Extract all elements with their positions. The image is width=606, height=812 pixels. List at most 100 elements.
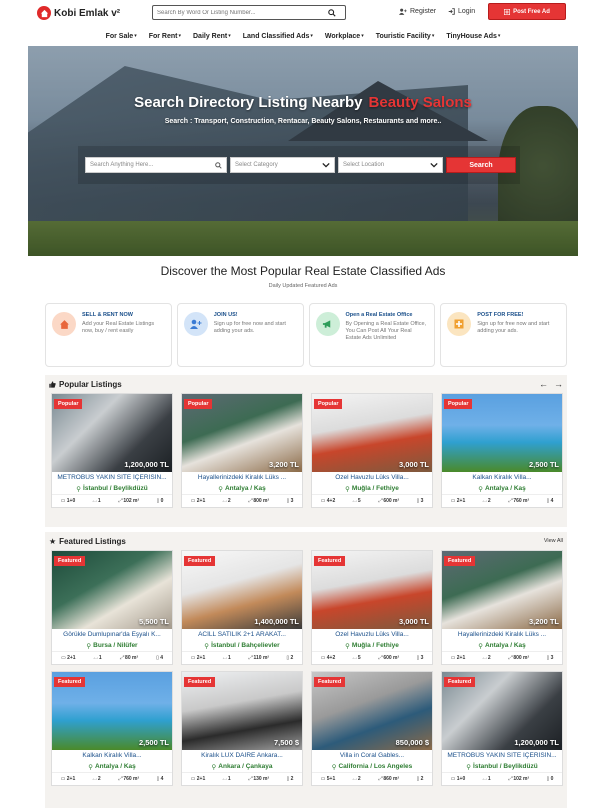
feature-join-us[interactable]: JOIN US! Sign up for free now and start … bbox=[176, 303, 304, 367]
listing-location: ⚲ İstanbul / Bahçelievler bbox=[182, 640, 302, 651]
nav-item-for-rent[interactable]: For Rent ▾ bbox=[149, 28, 181, 44]
user-plus-icon bbox=[183, 312, 208, 336]
listing-stats: ▭ 1+0 ⌴ 1 ⤢ 102 m² ▯ 0 bbox=[442, 772, 562, 785]
stat-area: ⤢ 600 m² bbox=[377, 498, 400, 504]
listing-card[interactable]: Popular 3,200 TL Hayallerinizdeki Kiralı… bbox=[181, 393, 303, 508]
popular-badge: Popular bbox=[184, 399, 213, 409]
category-select[interactable]: Select Category bbox=[230, 157, 335, 173]
listing-title[interactable]: Kiralık LUX DAİRE Ankara... bbox=[182, 752, 302, 761]
listing-card[interactable]: Featured 2,500 TL Kalkan Kiralık Villa..… bbox=[51, 671, 173, 786]
listing-price: 7,500 $ bbox=[273, 738, 299, 747]
header-search-input[interactable] bbox=[153, 9, 328, 16]
listing-title[interactable]: Kalkan Kiralık Villa... bbox=[52, 752, 172, 761]
nav-item-tinyhouse[interactable]: TinyHouse Ads ▾ bbox=[446, 28, 500, 44]
listing-image[interactable]: Featured 850,000 $ bbox=[312, 672, 432, 750]
search-icon bbox=[215, 161, 222, 169]
listing-image[interactable]: Featured 2,500 TL bbox=[52, 672, 172, 750]
nav-item-workplace[interactable]: Workplace ▾ bbox=[325, 28, 364, 44]
stat-area: ⤢ 130 m² bbox=[247, 776, 270, 782]
arrow-right-icon[interactable]: → bbox=[554, 379, 563, 389]
listing-card[interactable]: Featured 7,500 $ Kiralık LUX DAİRE Ankar… bbox=[181, 671, 303, 786]
listing-image[interactable]: Featured 7,500 $ bbox=[182, 672, 302, 750]
login-label: Login bbox=[458, 8, 476, 15]
listing-card[interactable]: Featured 3,200 TL Hayallerinizdeki Kiral… bbox=[441, 550, 563, 665]
listing-title[interactable]: ACİLL SATILIK 2+1 ARAKAT... bbox=[182, 631, 302, 640]
chevron-down-icon bbox=[322, 162, 330, 168]
listing-image[interactable]: Popular 3,000 TL bbox=[312, 394, 432, 472]
view-all-link[interactable]: View All bbox=[544, 538, 563, 544]
listing-image[interactable]: Popular 3,200 TL bbox=[182, 394, 302, 472]
listing-title[interactable]: Villa in Coral Gables... bbox=[312, 752, 432, 761]
hero-search-field[interactable]: Search Anything Here... bbox=[85, 157, 227, 173]
nav-item-land[interactable]: Land Classified Ads ▾ bbox=[243, 28, 313, 44]
listing-image[interactable]: Featured 1,200,000 TL bbox=[442, 672, 562, 750]
listing-title[interactable]: Kalkan Kiralık Villa... bbox=[442, 474, 562, 483]
feature-post-free[interactable]: POST FOR FREE! Sign up for free now and … bbox=[440, 303, 567, 367]
listing-card[interactable]: Popular 1,200,000 TL METROBÜS YAKIN SİTE… bbox=[51, 393, 173, 508]
login-link[interactable]: Login bbox=[448, 8, 475, 15]
map-marker-icon: ⚲ bbox=[478, 485, 483, 493]
listing-card[interactable]: Popular 2,500 TL Kalkan Kiralık Villa...… bbox=[441, 393, 563, 508]
hero-title: Search Directory Listing Nearby Beauty Sa… bbox=[28, 94, 578, 111]
listing-card[interactable]: Featured 1,200,000 TL METROBÜS YAKIN SİT… bbox=[441, 671, 563, 786]
stat-rooms: ▭ 2+1 bbox=[450, 498, 466, 504]
listing-location: ⚲ California / Los Angeles bbox=[312, 761, 432, 772]
listing-card[interactable]: Featured 5,500 TL Görükle Dumlupınar'da … bbox=[51, 550, 173, 665]
listing-title[interactable]: Özel Havuzlu Lüks Villa... bbox=[312, 631, 432, 640]
stat-floor: ▯ 3 bbox=[416, 498, 424, 504]
popular-listings-title-text: Popular Listings bbox=[59, 379, 122, 389]
caret-down-icon: ▾ bbox=[178, 33, 181, 39]
listing-title[interactable]: METROBÜS YAKIN SİTE İÇERİSİN... bbox=[442, 752, 562, 761]
site-logo[interactable]: Kobi Emlak v² bbox=[37, 5, 120, 21]
listing-card[interactable]: Popular 3,000 TL Özel Havuzlu Lüks Villa… bbox=[311, 393, 433, 508]
nav-item-daily-rent[interactable]: Daily Rent ▾ bbox=[193, 28, 231, 44]
listing-image[interactable]: Featured 1,400,000 TL bbox=[182, 551, 302, 629]
caret-down-icon: ▾ bbox=[497, 33, 501, 39]
listing-title[interactable]: Hayallerinizdeki Kiralık Lüks ... bbox=[182, 474, 302, 483]
stat-floor: ▯ 3 bbox=[416, 655, 424, 661]
listing-card[interactable]: Featured 3,000 TL Özel Havuzlu Lüks Vill… bbox=[311, 550, 433, 665]
listing-card[interactable]: Featured 1,400,000 TL ACİLL SATILIK 2+1 … bbox=[181, 550, 303, 665]
nav-item-touristic[interactable]: Touristic Facility ▾ bbox=[376, 28, 435, 44]
feature-sell-rent[interactable]: SELL & RENT NOW Add your Real Estate Lis… bbox=[45, 303, 172, 367]
header: Kobi Emlak v² Register Login Post Free A… bbox=[0, 0, 606, 28]
feature-open-office[interactable]: Open a Real Estate Office By Opening a R… bbox=[308, 303, 436, 367]
header-search[interactable] bbox=[152, 5, 346, 20]
map-marker-icon: ⚲ bbox=[76, 485, 82, 493]
search-icon[interactable] bbox=[328, 8, 342, 17]
hero-search-button[interactable]: Search bbox=[446, 157, 516, 173]
register-label: Register bbox=[410, 8, 437, 15]
listing-title[interactable]: METROBÜS YAKIN SİTE İÇERİSİN... bbox=[52, 474, 172, 483]
listing-title[interactable]: Görükle Dumlupınar'da Eşyalı K... bbox=[52, 631, 172, 640]
nav-item-for-sale[interactable]: For Sale ▾ bbox=[106, 28, 137, 44]
listing-location: ⚲ Antalya / Kaş bbox=[182, 483, 302, 494]
listing-location: ⚲ Bursa / Nilüfer bbox=[52, 640, 172, 651]
stat-rooms: ▭ 4+2 bbox=[320, 655, 336, 661]
post-free-ad-button[interactable]: Post Free Ad bbox=[488, 3, 566, 20]
listing-stats: ▭ 2+1 ⌴ 2 ⤢ 760 m² ▯ 4 bbox=[52, 772, 172, 785]
listing-title[interactable]: Özel Havuzlu Lüks Villa... bbox=[312, 474, 432, 483]
stat-rooms: ▭ 2+1 bbox=[60, 776, 76, 782]
location-select[interactable]: Select Location bbox=[338, 157, 443, 173]
register-link[interactable]: Register bbox=[399, 8, 436, 15]
popular-badge: Popular bbox=[444, 399, 473, 409]
listing-title[interactable]: Hayallerinizdeki Kiralık Lüks ... bbox=[442, 631, 562, 640]
listing-stats: ▭ 2+1 ⌴ 2 ⤢ 800 m² ▯ 3 bbox=[442, 651, 562, 664]
stat-area: ⤢ 110 m² bbox=[248, 655, 270, 661]
featured-listings-section: ★ Featured Listings View All Featured 5,… bbox=[45, 532, 567, 808]
listing-image[interactable]: Featured 3,200 TL bbox=[442, 551, 562, 629]
map-marker-icon: ⚲ bbox=[331, 763, 337, 771]
arrow-left-icon[interactable]: ← bbox=[539, 379, 548, 389]
stat-area: ⤢ 600 m² bbox=[377, 655, 400, 661]
listing-card[interactable]: Featured 850,000 $ Villa in Coral Gables… bbox=[311, 671, 433, 786]
listing-image[interactable]: Popular 1,200,000 TL bbox=[52, 394, 172, 472]
stat-baths: ⌴ 5 bbox=[352, 498, 361, 504]
listing-image[interactable]: Featured 5,500 TL bbox=[52, 551, 172, 629]
category-select-value: Select Category bbox=[235, 162, 278, 168]
listing-location: ⚲ Antalya / Kaş bbox=[52, 761, 172, 772]
caret-down-icon: ▾ bbox=[228, 33, 231, 39]
map-marker-icon: ⚲ bbox=[86, 642, 92, 650]
listing-image[interactable]: Featured 3,000 TL bbox=[312, 551, 432, 629]
listing-image[interactable]: Popular 2,500 TL bbox=[442, 394, 562, 472]
listing-location-text: İstanbul / Beylikdüzü bbox=[473, 763, 538, 770]
